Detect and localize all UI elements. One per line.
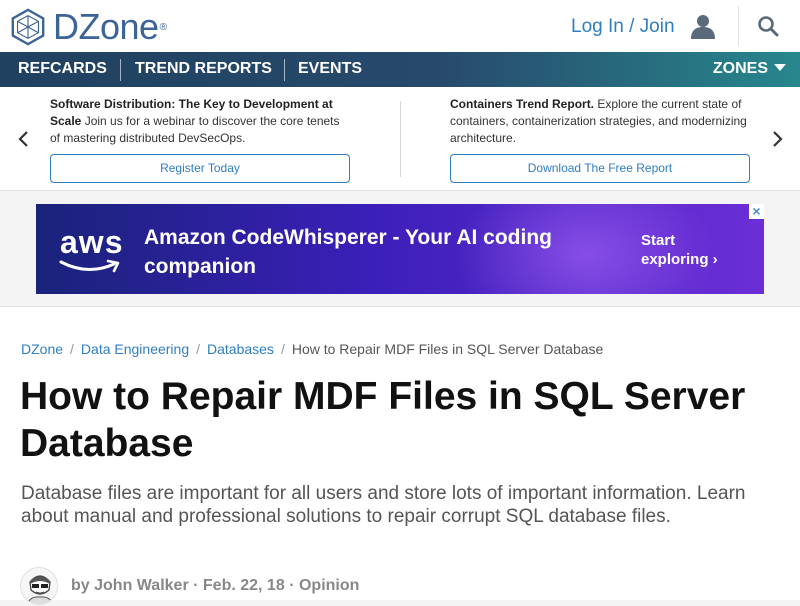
breadcrumb-separator: / bbox=[280, 341, 285, 357]
breadcrumb: DZone / Data Engineering / Databases / How to … bbox=[21, 341, 603, 357]
article-card: DZone / Data Engineering / Databases / How to … bbox=[0, 306, 800, 605]
article-subtitle: Database files are important for all use… bbox=[21, 483, 746, 527]
breadcrumb-data-engineering[interactable]: Data Engineering bbox=[81, 341, 189, 357]
author-avatar[interactable] bbox=[20, 567, 58, 605]
dzone-logo-icon bbox=[11, 8, 45, 46]
zones-dropdown[interactable]: ZONES bbox=[713, 52, 786, 87]
close-icon[interactable]: × bbox=[749, 204, 764, 219]
promo-carousel: Software Distribution: The Key to Develo… bbox=[0, 87, 800, 191]
author-link[interactable]: John Walker bbox=[94, 577, 189, 594]
register-today-button[interactable]: Register Today bbox=[50, 154, 350, 183]
article-title: How to Repair MDF Files in SQL Server Da… bbox=[20, 375, 746, 465]
byline-dot: · bbox=[289, 577, 295, 594]
download-report-button[interactable]: Download The Free Report bbox=[450, 154, 750, 183]
promo-trend-report: Containers Trend Report. Explore the cur… bbox=[450, 96, 750, 147]
login-join-link[interactable]: Log In / Join bbox=[571, 16, 675, 38]
ad-banner[interactable]: aws Amazon CodeWhisperer - Your AI codin… bbox=[36, 204, 764, 294]
user-icon[interactable] bbox=[690, 13, 716, 39]
article-category[interactable]: Opinion bbox=[299, 577, 359, 594]
nav-separator bbox=[120, 59, 121, 81]
promo-body: Join us for a webinar to discover the co… bbox=[50, 114, 340, 145]
chevron-left-icon[interactable] bbox=[17, 130, 31, 148]
promo-divider bbox=[400, 101, 401, 177]
ad-headline: Amazon CodeWhisperer - Your AI coding co… bbox=[144, 226, 552, 278]
site-header: DZone ® Log In / Join bbox=[0, 0, 800, 52]
dzone-logo[interactable]: DZone ® bbox=[9, 7, 167, 47]
avatar-image bbox=[21, 568, 57, 604]
header-divider bbox=[738, 6, 739, 46]
nav-separator bbox=[284, 59, 285, 81]
ad-cta-link[interactable]: Start exploring › bbox=[641, 231, 741, 269]
byline-text: by John Walker · Feb. 22, 18 · Opinion bbox=[71, 577, 359, 595]
zones-label: ZONES bbox=[712, 60, 768, 77]
nav-trend-reports[interactable]: TREND REPORTS bbox=[135, 52, 272, 87]
breadcrumb-current: How to Repair MDF Files in SQL Server Da… bbox=[291, 341, 604, 357]
main-nav: REFCARDS TREND REPORTS EVENTS ZONES bbox=[0, 52, 800, 87]
breadcrumb-separator: / bbox=[196, 341, 200, 357]
promo-webinar: Software Distribution: The Key to Develo… bbox=[50, 96, 350, 147]
search-icon[interactable] bbox=[757, 15, 779, 37]
breadcrumb-dzone[interactable]: DZone bbox=[21, 341, 63, 357]
aws-logo: aws bbox=[60, 224, 124, 260]
breadcrumb-separator: / bbox=[70, 341, 74, 357]
logo-registered-mark: ® bbox=[159, 21, 167, 33]
aws-smile-icon bbox=[59, 259, 120, 273]
chevron-right-icon[interactable] bbox=[770, 130, 784, 148]
byline-dot: · bbox=[193, 577, 199, 594]
logo-text: DZone bbox=[53, 6, 159, 47]
byline-prefix: by bbox=[71, 577, 90, 594]
nav-refcards[interactable]: REFCARDS bbox=[18, 52, 107, 87]
promo-title[interactable]: Containers Trend Report. bbox=[450, 97, 594, 111]
nav-events[interactable]: EVENTS bbox=[298, 52, 362, 87]
caret-down-icon bbox=[774, 64, 786, 71]
breadcrumb-databases[interactable]: Databases bbox=[207, 341, 274, 357]
article-byline: by John Walker · Feb. 22, 18 · Opinion bbox=[20, 566, 359, 606]
publish-date: Feb. 22, 18 bbox=[202, 577, 285, 594]
